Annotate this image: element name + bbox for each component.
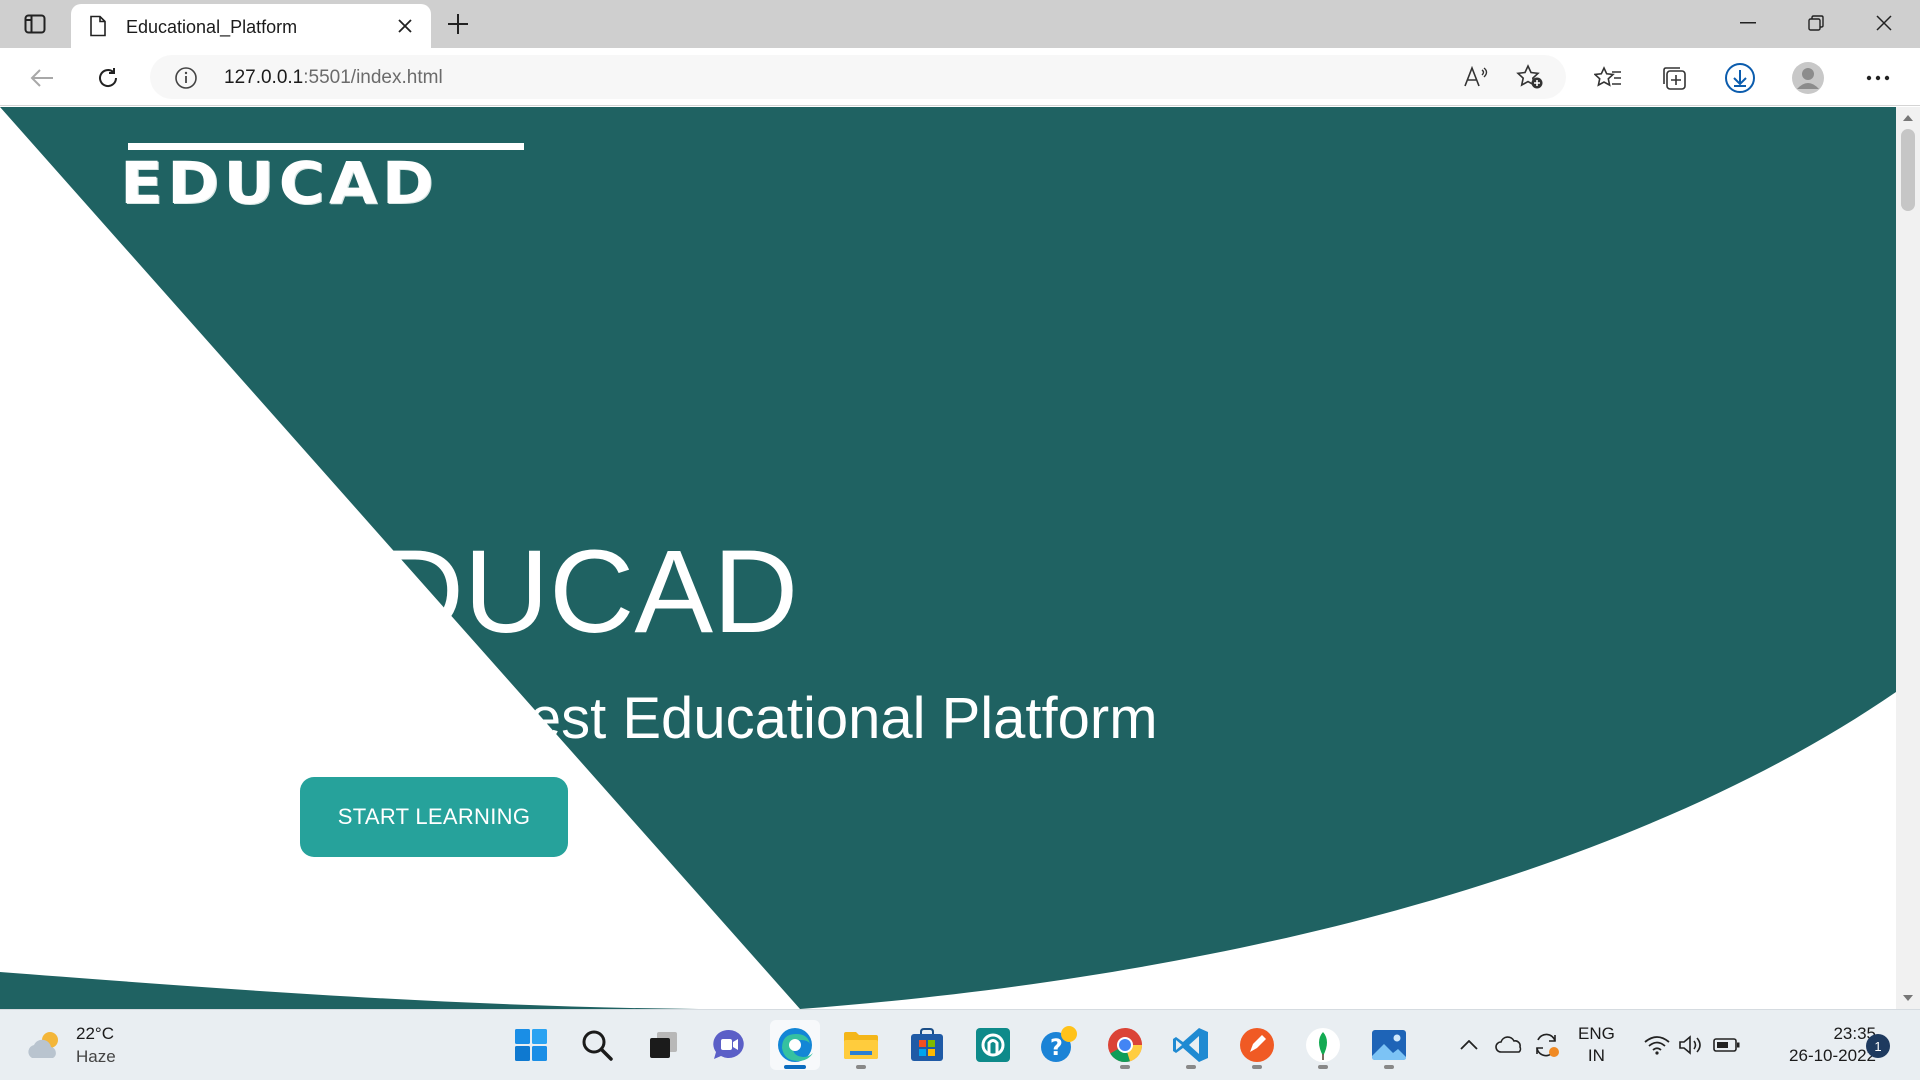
system-clock[interactable]: 23:35 26-10-2022 [1762,1023,1876,1067]
running-app-indicator [1186,1065,1196,1069]
back-arrow-icon[interactable] [24,60,60,96]
microsoft-store-icon[interactable] [902,1020,952,1070]
close-tab-icon[interactable] [393,14,417,38]
weather-temperature: 22°C [76,1024,114,1043]
weather-cloud-sun-icon [26,1030,64,1065]
minimize-window-icon[interactable] [1716,0,1780,46]
clock-time: 23:35 [1833,1024,1876,1043]
running-app-indicator [1384,1065,1394,1069]
running-app-indicator [856,1065,866,1069]
site-logo[interactable]: EDUCAD [120,143,524,223]
svg-text:?: ? [1050,1036,1063,1061]
search-icon[interactable] [572,1020,622,1070]
weather-condition: Haze [76,1047,116,1066]
logo-text: EDUCAD [120,149,439,217]
restore-window-icon[interactable] [1784,0,1848,46]
vscode-icon[interactable] [1166,1020,1216,1070]
page-scrollbar[interactable] [1896,107,1920,1009]
language-code: ENG [1578,1024,1615,1043]
profile-avatar-icon[interactable] [1790,60,1826,96]
scrollbar-thumb[interactable] [1901,129,1915,211]
wifi-icon[interactable] [1640,1020,1674,1070]
hero-subtitle: India`s Best Educational Platform [300,686,1158,751]
running-app-indicator [1318,1065,1328,1069]
close-window-icon[interactable] [1852,0,1916,46]
onedrive-cloud-icon[interactable] [1492,1020,1526,1070]
chrome-browser-icon[interactable] [1100,1020,1150,1070]
read-aloud-icon[interactable] [1460,61,1492,93]
start-learning-button[interactable]: START LEARNING [300,777,568,857]
task-view-icon[interactable] [638,1020,688,1070]
new-tab-plus-icon[interactable] [442,8,474,40]
hero-wave-background [0,107,1896,1009]
hero-title: EDUCAD [300,526,799,658]
running-app-indicator [1120,1065,1130,1069]
show-hidden-icons-chevron-icon[interactable] [1452,1020,1486,1070]
address-bar[interactable]: 127.0.0.1:5501/index.html [150,55,1566,99]
url-host: 127.0.0.1 [224,67,304,88]
mongodb-leaf-icon[interactable] [1298,1020,1348,1070]
teams-chat-icon[interactable] [704,1020,754,1070]
tab-actions-menu-icon[interactable] [18,10,52,38]
running-app-indicator [1252,1065,1262,1069]
sync-update-icon[interactable] [1530,1020,1564,1070]
scroll-up-arrow-icon[interactable] [1896,107,1920,129]
teal-app-icon[interactable] [968,1020,1018,1070]
windows-taskbar: 22°C Haze ? ENG IN 23:35 26-10-2022 1 [0,1009,1920,1080]
volume-speaker-icon[interactable] [1674,1020,1708,1070]
browser-tab-active[interactable]: Educational_Platform [71,4,431,48]
collections-icon[interactable] [1656,60,1692,96]
browser-toolbar: 127.0.0.1:5501/index.html [0,48,1920,106]
edge-browser-icon[interactable] [770,1020,820,1070]
url-path: :5501/index.html [303,67,443,88]
browser-tab-strip: Educational_Platform [0,0,1920,48]
more-menu-icon[interactable] [1860,60,1896,96]
input-language-indicator[interactable]: ENG IN [1578,1023,1615,1067]
language-region: IN [1587,1046,1605,1065]
refresh-icon[interactable] [90,60,126,96]
favorites-icon[interactable] [1590,60,1626,96]
add-favorite-star-icon[interactable] [1514,61,1546,93]
battery-icon[interactable] [1710,1020,1744,1070]
site-info-icon[interactable] [174,66,198,95]
file-explorer-folder-icon[interactable] [836,1020,886,1070]
address-url: 127.0.0.1:5501/index.html [224,67,443,89]
start-windows-icon[interactable] [506,1020,556,1070]
clock-date: 26-10-2022 [1789,1046,1876,1065]
page-file-icon [89,15,107,42]
tab-title: Educational_Platform [126,17,298,37]
page-viewport: EDUCAD EDUCAD India`s Best Educational P… [0,107,1896,1009]
orange-pen-app-icon[interactable] [1232,1020,1282,1070]
scroll-down-arrow-icon[interactable] [1896,987,1920,1009]
photos-app-icon[interactable] [1364,1020,1414,1070]
get-help-icon[interactable]: ? [1034,1020,1084,1070]
active-app-indicator [784,1065,806,1069]
downloads-icon[interactable] [1722,60,1758,96]
notification-count-badge[interactable]: 1 [1866,1034,1890,1058]
weather-widget[interactable]: 22°C Haze [26,1022,136,1070]
